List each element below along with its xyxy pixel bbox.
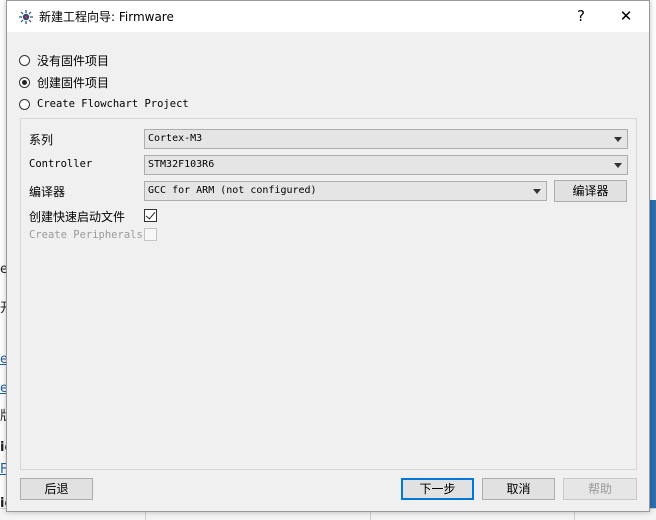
background-scroll-edge xyxy=(650,200,656,510)
compiler-label: 编译器 xyxy=(29,185,66,199)
firmware-settings-panel: 系列 Cortex-M3 Controller STM32F103R6 编译器 … xyxy=(20,118,637,470)
peripherals-label: Create Peripherals xyxy=(29,229,143,241)
controller-label: Controller xyxy=(29,158,93,170)
close-button[interactable]: ✕ xyxy=(611,5,641,27)
checkmark-icon xyxy=(145,209,156,220)
peripherals-checkbox[interactable] xyxy=(144,228,157,241)
next-button[interactable]: 下一步 xyxy=(401,478,474,500)
quick-start-label: 创建快速启动文件 xyxy=(29,210,126,224)
chevron-down-icon xyxy=(533,189,541,194)
radio-create-flowchart[interactable]: Create Flowchart Project xyxy=(19,95,189,113)
radio-label: 没有固件项目 xyxy=(37,53,110,68)
new-project-wizard-dialog: 新建工程向导: Firmware ? ✕ 没有固件项目 创建固件项目 Creat… xyxy=(6,0,650,512)
title-bar[interactable]: 新建工程向导: Firmware ? ✕ xyxy=(7,1,649,32)
family-label: 系列 xyxy=(29,133,54,147)
radio-label: Create Flowchart Project xyxy=(37,98,189,110)
dialog-title: 新建工程向导: Firmware xyxy=(39,10,174,24)
radio-button[interactable] xyxy=(19,54,30,66)
help-title-button[interactable]: ? xyxy=(566,5,596,27)
chevron-down-icon xyxy=(614,163,622,168)
back-button[interactable]: 后退 xyxy=(20,478,93,500)
help-button[interactable]: 帮助 xyxy=(563,478,637,500)
family-value: Cortex-M3 xyxy=(148,133,203,144)
compiler-select[interactable]: GCC for ARM (not configured) xyxy=(144,181,547,201)
radio-button[interactable] xyxy=(19,98,30,110)
radio-button-selected[interactable] xyxy=(19,76,30,88)
compiler-settings-button[interactable]: 编译器 xyxy=(554,180,627,202)
quick-start-checkbox[interactable] xyxy=(144,209,157,222)
cancel-button[interactable]: 取消 xyxy=(482,478,555,500)
radio-no-firmware[interactable]: 没有固件项目 xyxy=(19,51,109,69)
app-icon xyxy=(19,10,33,24)
family-select[interactable]: Cortex-M3 xyxy=(144,129,628,149)
compiler-value: GCC for ARM (not configured) xyxy=(148,185,317,196)
radio-label: 创建固件项目 xyxy=(37,75,110,90)
chevron-down-icon xyxy=(614,137,622,142)
controller-value: STM32F103R6 xyxy=(148,159,215,170)
controller-select[interactable]: STM32F103R6 xyxy=(144,155,628,175)
radio-create-firmware[interactable]: 创建固件项目 xyxy=(19,73,109,91)
